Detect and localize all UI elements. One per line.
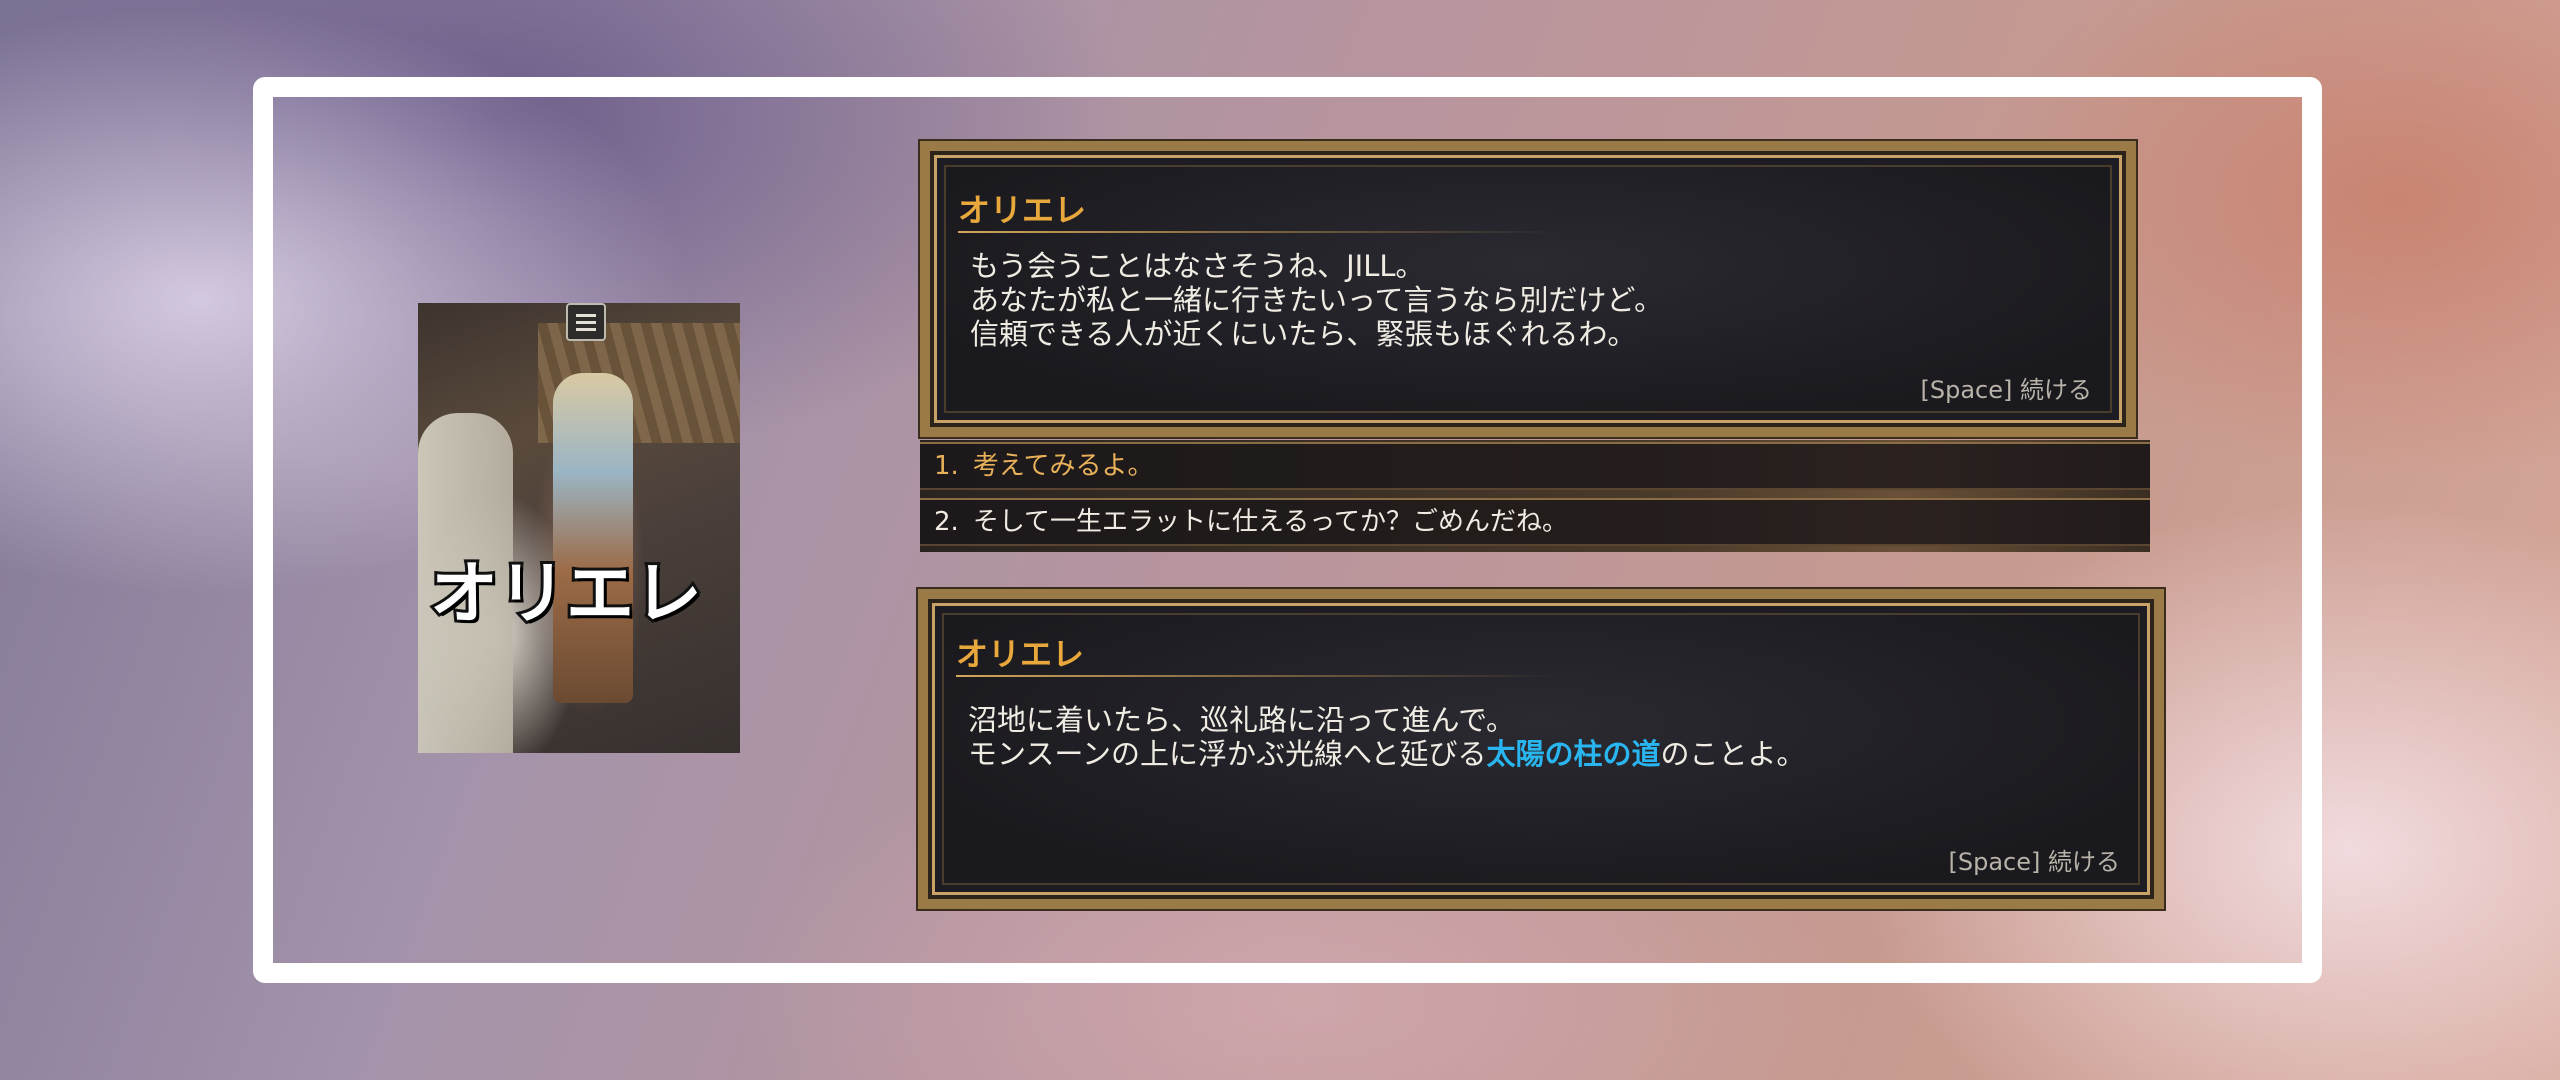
dialog-line: 信頼できる人が近くにいたら、緊張もほぐれるわ。 [970,317,1637,351]
choice-option-2[interactable]: 2. そして一生エラットに仕えるってか？ごめんだね。 [920,498,2150,546]
keyword-link[interactable]: 太陽の柱の道 [1487,737,1661,771]
choice-text: 考えてみるよ。 [972,451,1154,481]
dialog-text: のことよ。 [1660,737,1806,771]
choice-number: 1. [934,451,959,481]
thumbnail-caption: オリエレ [427,552,705,637]
speaker-name: オリエレ [956,635,1085,673]
dialog-text: モンスーンの上に浮かぶ光線へと延びる [968,737,1487,771]
choice-number: 2. [934,507,959,537]
continue-prompt[interactable]: [Space] 続ける [1949,842,2121,877]
speaker-underline [958,231,1558,233]
speaker-underline [956,675,1556,677]
dialog-line: モンスーンの上に浮かぶ光線へと延びる太陽の柱の道のことよ。 [968,731,1806,773]
speaker-name: オリエレ [958,191,1087,229]
continue-prompt[interactable]: [Space] 続ける [1921,370,2093,405]
dialog-box-bottom: オリエレ 沼地に着いたら、巡礼路に沿って進んで。 モンスーンの上に浮かぶ光線へと… [918,589,2164,909]
dialog-choices: 1. 考えてみるよ。 2. そして一生エラットに仕えるってか？ごめんだね。 [920,440,2150,552]
dialog-box-top: オリエレ もう会うことはなさそうね、JILL。 あなたが私と一緒に行きたいって言… [920,141,2136,437]
choice-option-1[interactable]: 1. 考えてみるよ。 [920,442,2150,490]
speech-bubble-icon[interactable] [566,303,606,341]
character-thumbnail: オリエレ [418,303,740,753]
choice-text: そして一生エラットに仕えるってか？ごめんだね。 [972,507,1568,537]
